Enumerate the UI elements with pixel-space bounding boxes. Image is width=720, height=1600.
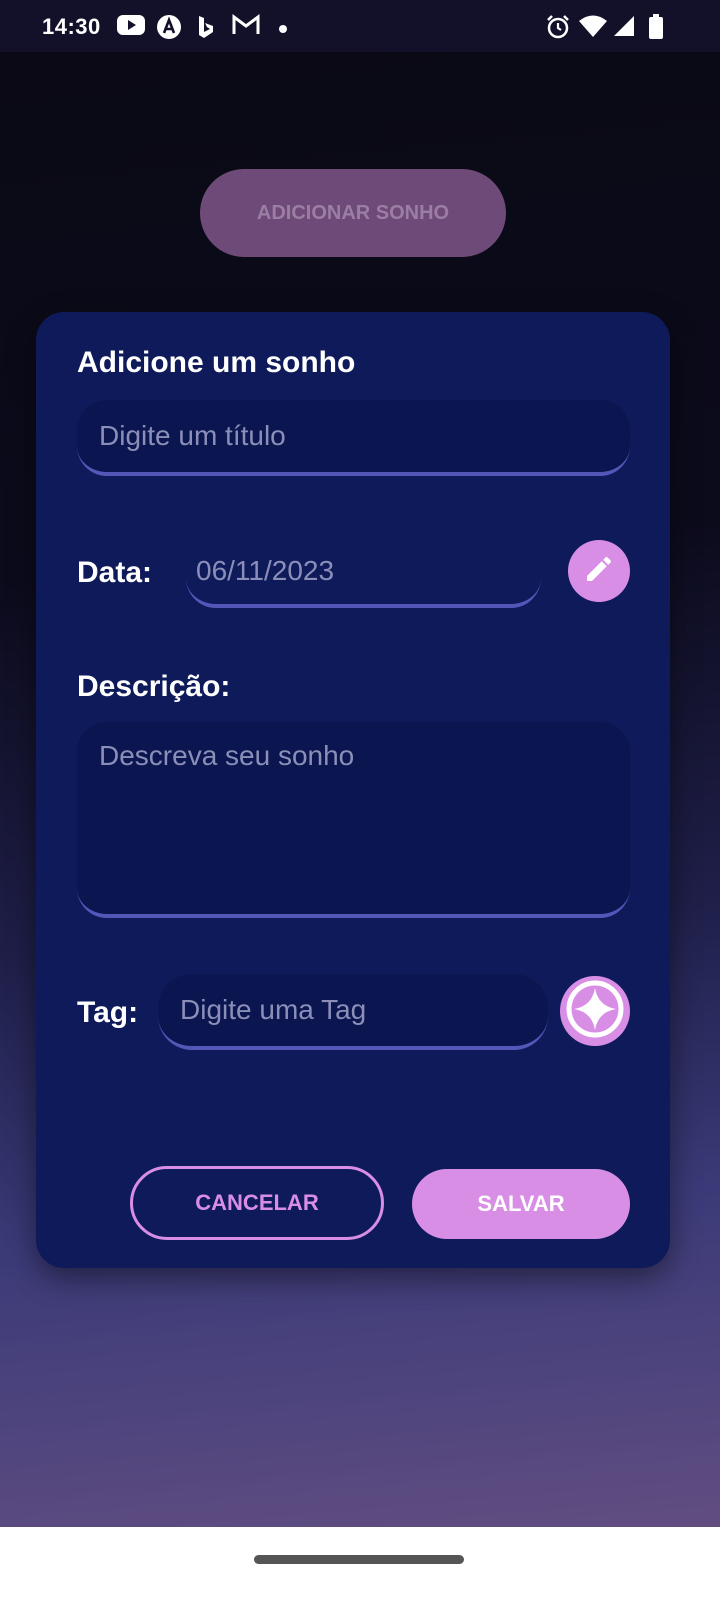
dialog-title: Adicione um sonho	[77, 346, 356, 379]
status-bar: 14:30	[0, 0, 720, 52]
save-button[interactable]: SALVAR	[412, 1169, 630, 1239]
youtube-icon	[116, 14, 146, 41]
sparkle-icon	[564, 978, 626, 1045]
edit-date-button[interactable]	[568, 540, 630, 602]
date-label: Data:	[77, 556, 153, 589]
battery-icon	[648, 14, 664, 45]
bing-icon	[196, 14, 216, 45]
tag-label: Tag:	[77, 996, 139, 1029]
home-gesture-handle[interactable]	[254, 1555, 464, 1564]
pencil-icon	[583, 553, 615, 590]
date-field[interactable]: 06/11/2023	[186, 538, 541, 608]
arc-icon	[156, 14, 182, 45]
alarm-icon	[545, 14, 571, 45]
dot-icon	[278, 21, 288, 39]
add-dream-dialog: Adicione um sonho Digite um título Data:…	[36, 312, 670, 1268]
cancel-button[interactable]: CANCELAR	[130, 1166, 384, 1240]
description-label: Descrição:	[77, 670, 231, 703]
add-dream-button[interactable]: ADICIONAR SONHO	[200, 169, 506, 257]
gmail-icon	[232, 14, 260, 41]
navigation-bar	[0, 1527, 720, 1600]
description-placeholder: Descreva seu sonho	[99, 740, 355, 771]
tag-input[interactable]: Digite uma Tag	[158, 974, 548, 1050]
title-input[interactable]: Digite um título	[77, 400, 630, 476]
title-placeholder: Digite um título	[99, 420, 286, 451]
status-time: 14:30	[42, 14, 101, 39]
signal-icon	[612, 14, 636, 43]
tag-placeholder: Digite uma Tag	[180, 994, 367, 1025]
date-value: 06/11/2023	[196, 555, 335, 586]
wifi-icon	[578, 14, 608, 43]
description-input[interactable]: Descreva seu sonho	[77, 722, 630, 918]
add-tag-button[interactable]	[560, 976, 630, 1046]
